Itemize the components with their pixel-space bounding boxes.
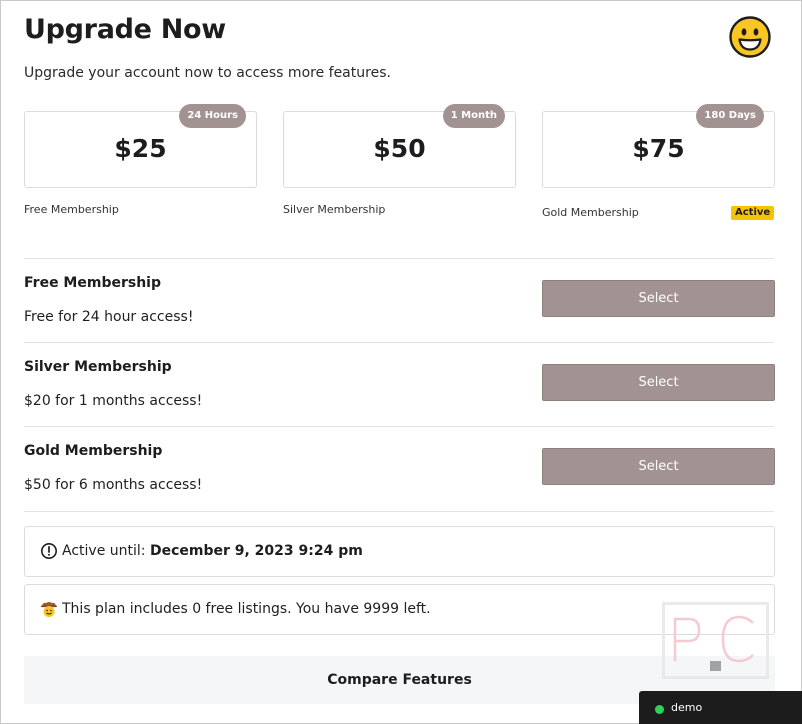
select-gold-button[interactable]: Select	[542, 448, 775, 485]
demo-label: demo	[671, 701, 703, 714]
divider	[24, 258, 774, 259]
duration-badge: 24 Hours	[179, 104, 246, 128]
clock-alert-icon	[40, 542, 58, 560]
price-card-gold[interactable]: $75 180 Days	[542, 104, 775, 188]
plan-description-free: Free for 24 hour access!	[24, 309, 194, 325]
plan-name-gold: Gold Membership	[24, 443, 163, 459]
card-label-free: Free Membership	[24, 203, 119, 216]
duration-badge: 1 Month	[442, 104, 505, 128]
select-free-button[interactable]: Select	[542, 280, 775, 317]
active-until-label: Active until:	[62, 543, 146, 559]
demo-status-pill[interactable]: demo	[639, 691, 802, 724]
active-until-text: Active until: December 9, 2023 9:24 pm	[62, 527, 363, 576]
divider	[24, 426, 774, 427]
divider	[24, 342, 774, 343]
page-title: Upgrade Now	[24, 14, 226, 45]
watermark-logo	[662, 602, 769, 679]
cowboy-face-icon	[40, 600, 58, 618]
duration-badge: 180 Days	[696, 104, 764, 128]
plan-description-gold: $50 for 6 months access!	[24, 477, 203, 493]
online-status-dot	[655, 705, 664, 714]
listings-info-text: This plan includes 0 free listings. You …	[62, 601, 431, 617]
plan-name-free: Free Membership	[24, 275, 161, 291]
page-subtitle: Upgrade your account now to access more …	[24, 65, 391, 81]
active-until-box: Active until: December 9, 2023 9:24 pm	[24, 526, 775, 577]
plan-description-silver: $20 for 1 months access!	[24, 393, 203, 409]
price-card-silver[interactable]: $50 1 Month	[283, 104, 516, 188]
active-until-date: December 9, 2023 9:24 pm	[149, 543, 363, 559]
plan-name-silver: Silver Membership	[24, 359, 172, 375]
card-label-gold: Gold Membership	[542, 206, 639, 219]
divider	[24, 511, 774, 512]
price-amount: $75	[632, 134, 685, 163]
price-amount: $50	[373, 134, 426, 163]
select-silver-button[interactable]: Select	[542, 364, 775, 401]
price-amount: $25	[114, 134, 167, 163]
active-status-badge: Active	[731, 206, 775, 220]
grinning-face-icon	[729, 16, 771, 58]
price-card-free[interactable]: $25 24 Hours	[24, 104, 257, 188]
card-label-silver: Silver Membership	[283, 203, 386, 216]
